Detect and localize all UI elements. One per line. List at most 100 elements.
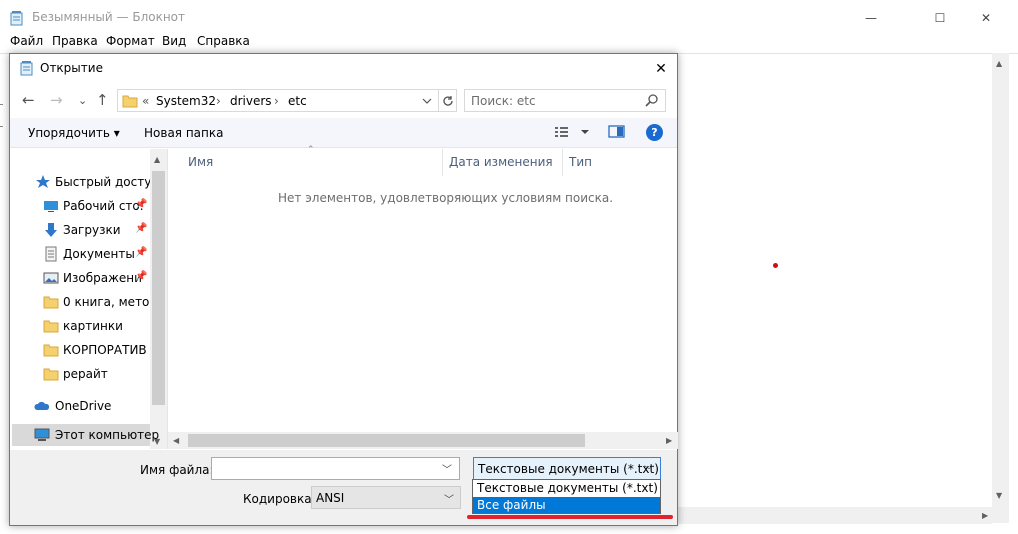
sidebar-item-folder[interactable]: 0 книга, методи	[10, 291, 166, 313]
scroll-right-arrow-icon[interactable]: ▶	[982, 511, 988, 520]
sidebar-item-label: Быстрый доступ	[55, 175, 160, 189]
column-divider[interactable]	[562, 149, 563, 176]
column-header-type[interactable]: Тип	[569, 155, 592, 169]
onedrive-icon	[34, 401, 50, 410]
sidebar-item-quick-access[interactable]: Быстрый доступ	[10, 171, 159, 193]
empty-folder-message: Нет элементов, удовлетворяющих условиям …	[278, 191, 614, 205]
breadcrumb-drivers[interactable]: drivers	[230, 94, 272, 108]
file-type-selected-value: Текстовые документы (*.txt)	[478, 462, 659, 476]
chevron-down-icon[interactable]: ﹀	[444, 491, 454, 506]
encoding-label: Кодировка:	[243, 492, 316, 506]
sidebar-item-folder[interactable]: рерайт	[10, 363, 150, 385]
sidebar-item-label: рерайт	[63, 367, 108, 381]
open-file-dialog: Открытие ✕ ← → ⌄ ↑ « System32 › drivers …	[9, 53, 678, 526]
folder-icon	[43, 296, 59, 309]
breadcrumb-system32[interactable]: System32	[156, 94, 216, 108]
menu-file[interactable]: Файл	[10, 34, 43, 48]
file-type-option-all-files[interactable]: Все файлы	[473, 497, 660, 513]
notepad-vertical-scrollbar[interactable]: ▲ ▼	[992, 53, 1009, 523]
sidebar-item-label: Рабочий сто.	[63, 199, 144, 213]
sidebar-item-folder[interactable]: КОРПОРАТИВ	[10, 339, 150, 361]
chevron-down-icon[interactable]: ﹀	[644, 462, 654, 477]
address-bar[interactable]: « System32 › drivers › etc	[117, 89, 457, 112]
chevron-down-icon[interactable]: ﹀	[442, 461, 452, 476]
file-name-combobox[interactable]: ﹀	[211, 457, 460, 480]
file-list-horizontal-scrollbar[interactable]: ◀ ▶	[168, 432, 678, 449]
file-type-option-txt[interactable]: Текстовые документы (*.txt)	[473, 480, 660, 496]
menu-view[interactable]: Вид	[162, 34, 186, 48]
search-box[interactable]	[464, 89, 666, 112]
dialog-title: Открытие	[40, 61, 103, 75]
encoding-selected-value: ANSI	[316, 491, 345, 505]
menu-help[interactable]: Справка	[197, 34, 250, 48]
file-type-dropdown-list: Текстовые документы (*.txt) Все файлы	[472, 479, 661, 514]
folder-icon	[122, 95, 138, 108]
sidebar-item-onedrive[interactable]: OneDrive	[10, 395, 150, 417]
pin-icon: 📌	[135, 223, 148, 234]
menu-format[interactable]: Формат	[106, 34, 155, 48]
search-input[interactable]	[471, 93, 641, 108]
sidebar-item-pictures[interactable]: Изображени 📌	[10, 267, 150, 289]
sidebar-item-label: Документы	[63, 247, 135, 261]
red-dot-marker	[773, 263, 778, 268]
scroll-down-arrow-icon[interactable]: ▼	[996, 491, 1002, 500]
notepad-horizontal-scrollbar[interactable]: ▶	[678, 507, 992, 524]
back-arrow-icon[interactable]: ←	[22, 91, 35, 109]
menu-edit[interactable]: Правка	[52, 34, 98, 48]
scroll-left-arrow-icon[interactable]: ◀	[173, 436, 179, 445]
folder-icon	[43, 320, 59, 333]
navigation-pane-scrollbar[interactable]: ▲ ▼	[150, 149, 167, 449]
sidebar-item-label: Этот компьютер	[55, 428, 160, 442]
folder-icon	[43, 368, 59, 381]
encoding-select[interactable]: ANSI ﹀	[311, 486, 461, 509]
sidebar-item-downloads[interactable]: Загрузки 📌	[10, 219, 150, 241]
scroll-up-arrow-icon[interactable]: ▲	[154, 155, 160, 164]
scroll-right-arrow-icon[interactable]: ▶	[666, 436, 672, 445]
file-name-label: Имя файла:	[140, 463, 214, 477]
help-button[interactable]: ?	[646, 124, 663, 141]
organize-button[interactable]: Упорядочить ▾	[28, 126, 120, 140]
notepad-app-icon	[20, 61, 33, 76]
breadcrumb-separator[interactable]: ›	[274, 94, 279, 108]
pictures-icon	[43, 272, 59, 284]
minimize-button[interactable]: —	[848, 4, 894, 32]
dialog-close-button[interactable]: ✕	[650, 58, 672, 80]
recent-locations-chevron-icon[interactable]: ⌄	[78, 94, 87, 107]
breadcrumb-overflow[interactable]: «	[142, 94, 149, 108]
sidebar-item-documents[interactable]: Документы 📌	[10, 243, 150, 265]
forward-arrow-icon[interactable]: →	[50, 91, 63, 109]
search-icon[interactable]	[645, 93, 659, 107]
column-header-date-modified[interactable]: Дата изменения	[449, 155, 553, 169]
new-folder-button[interactable]: Новая папка	[144, 126, 223, 140]
address-dropdown-chevron-icon[interactable]	[418, 91, 436, 110]
up-arrow-icon[interactable]: ↑	[96, 91, 109, 109]
navigation-pane: Быстрый доступ Рабочий сто. 📌 Загрузки 📌…	[10, 149, 167, 449]
star-icon	[36, 175, 50, 188]
documents-icon	[45, 246, 57, 262]
notepad-menubar: Файл Правка Формат Вид Справка	[0, 32, 1018, 52]
file-name-input[interactable]	[214, 461, 434, 476]
sidebar-item-label: Изображени	[63, 271, 142, 285]
view-options-icon[interactable]	[554, 125, 596, 139]
scrollbar-thumb[interactable]	[152, 171, 165, 405]
maximize-button[interactable]: ☐	[917, 4, 963, 32]
preview-pane-icon[interactable]	[608, 125, 626, 139]
refresh-icon[interactable]	[438, 90, 457, 111]
pin-icon: 📌	[135, 199, 148, 210]
close-icon: ✕	[655, 61, 667, 77]
close-button[interactable]: ✕	[963, 4, 1009, 32]
sidebar-item-folder[interactable]: картинки	[10, 315, 150, 337]
column-header-name[interactable]: Имя	[188, 155, 213, 169]
breadcrumb-etc[interactable]: etc	[288, 94, 307, 108]
folder-icon	[43, 344, 59, 357]
breadcrumb-separator[interactable]: ›	[216, 94, 221, 108]
column-divider[interactable]	[442, 149, 443, 176]
scrollbar-thumb[interactable]	[188, 434, 585, 447]
desktop-icon	[44, 201, 58, 212]
sidebar-item-desktop[interactable]: Рабочий сто. 📌	[10, 195, 150, 217]
file-list: ⌃ Имя Дата изменения Тип Нет элементов, …	[167, 145, 678, 449]
scroll-up-arrow-icon[interactable]: ▲	[996, 59, 1002, 68]
window-edge-mark	[0, 104, 3, 105]
file-type-select[interactable]: Текстовые документы (*.txt) ﹀	[473, 457, 661, 480]
sidebar-item-this-pc[interactable]: Этот компьютер	[12, 424, 159, 446]
